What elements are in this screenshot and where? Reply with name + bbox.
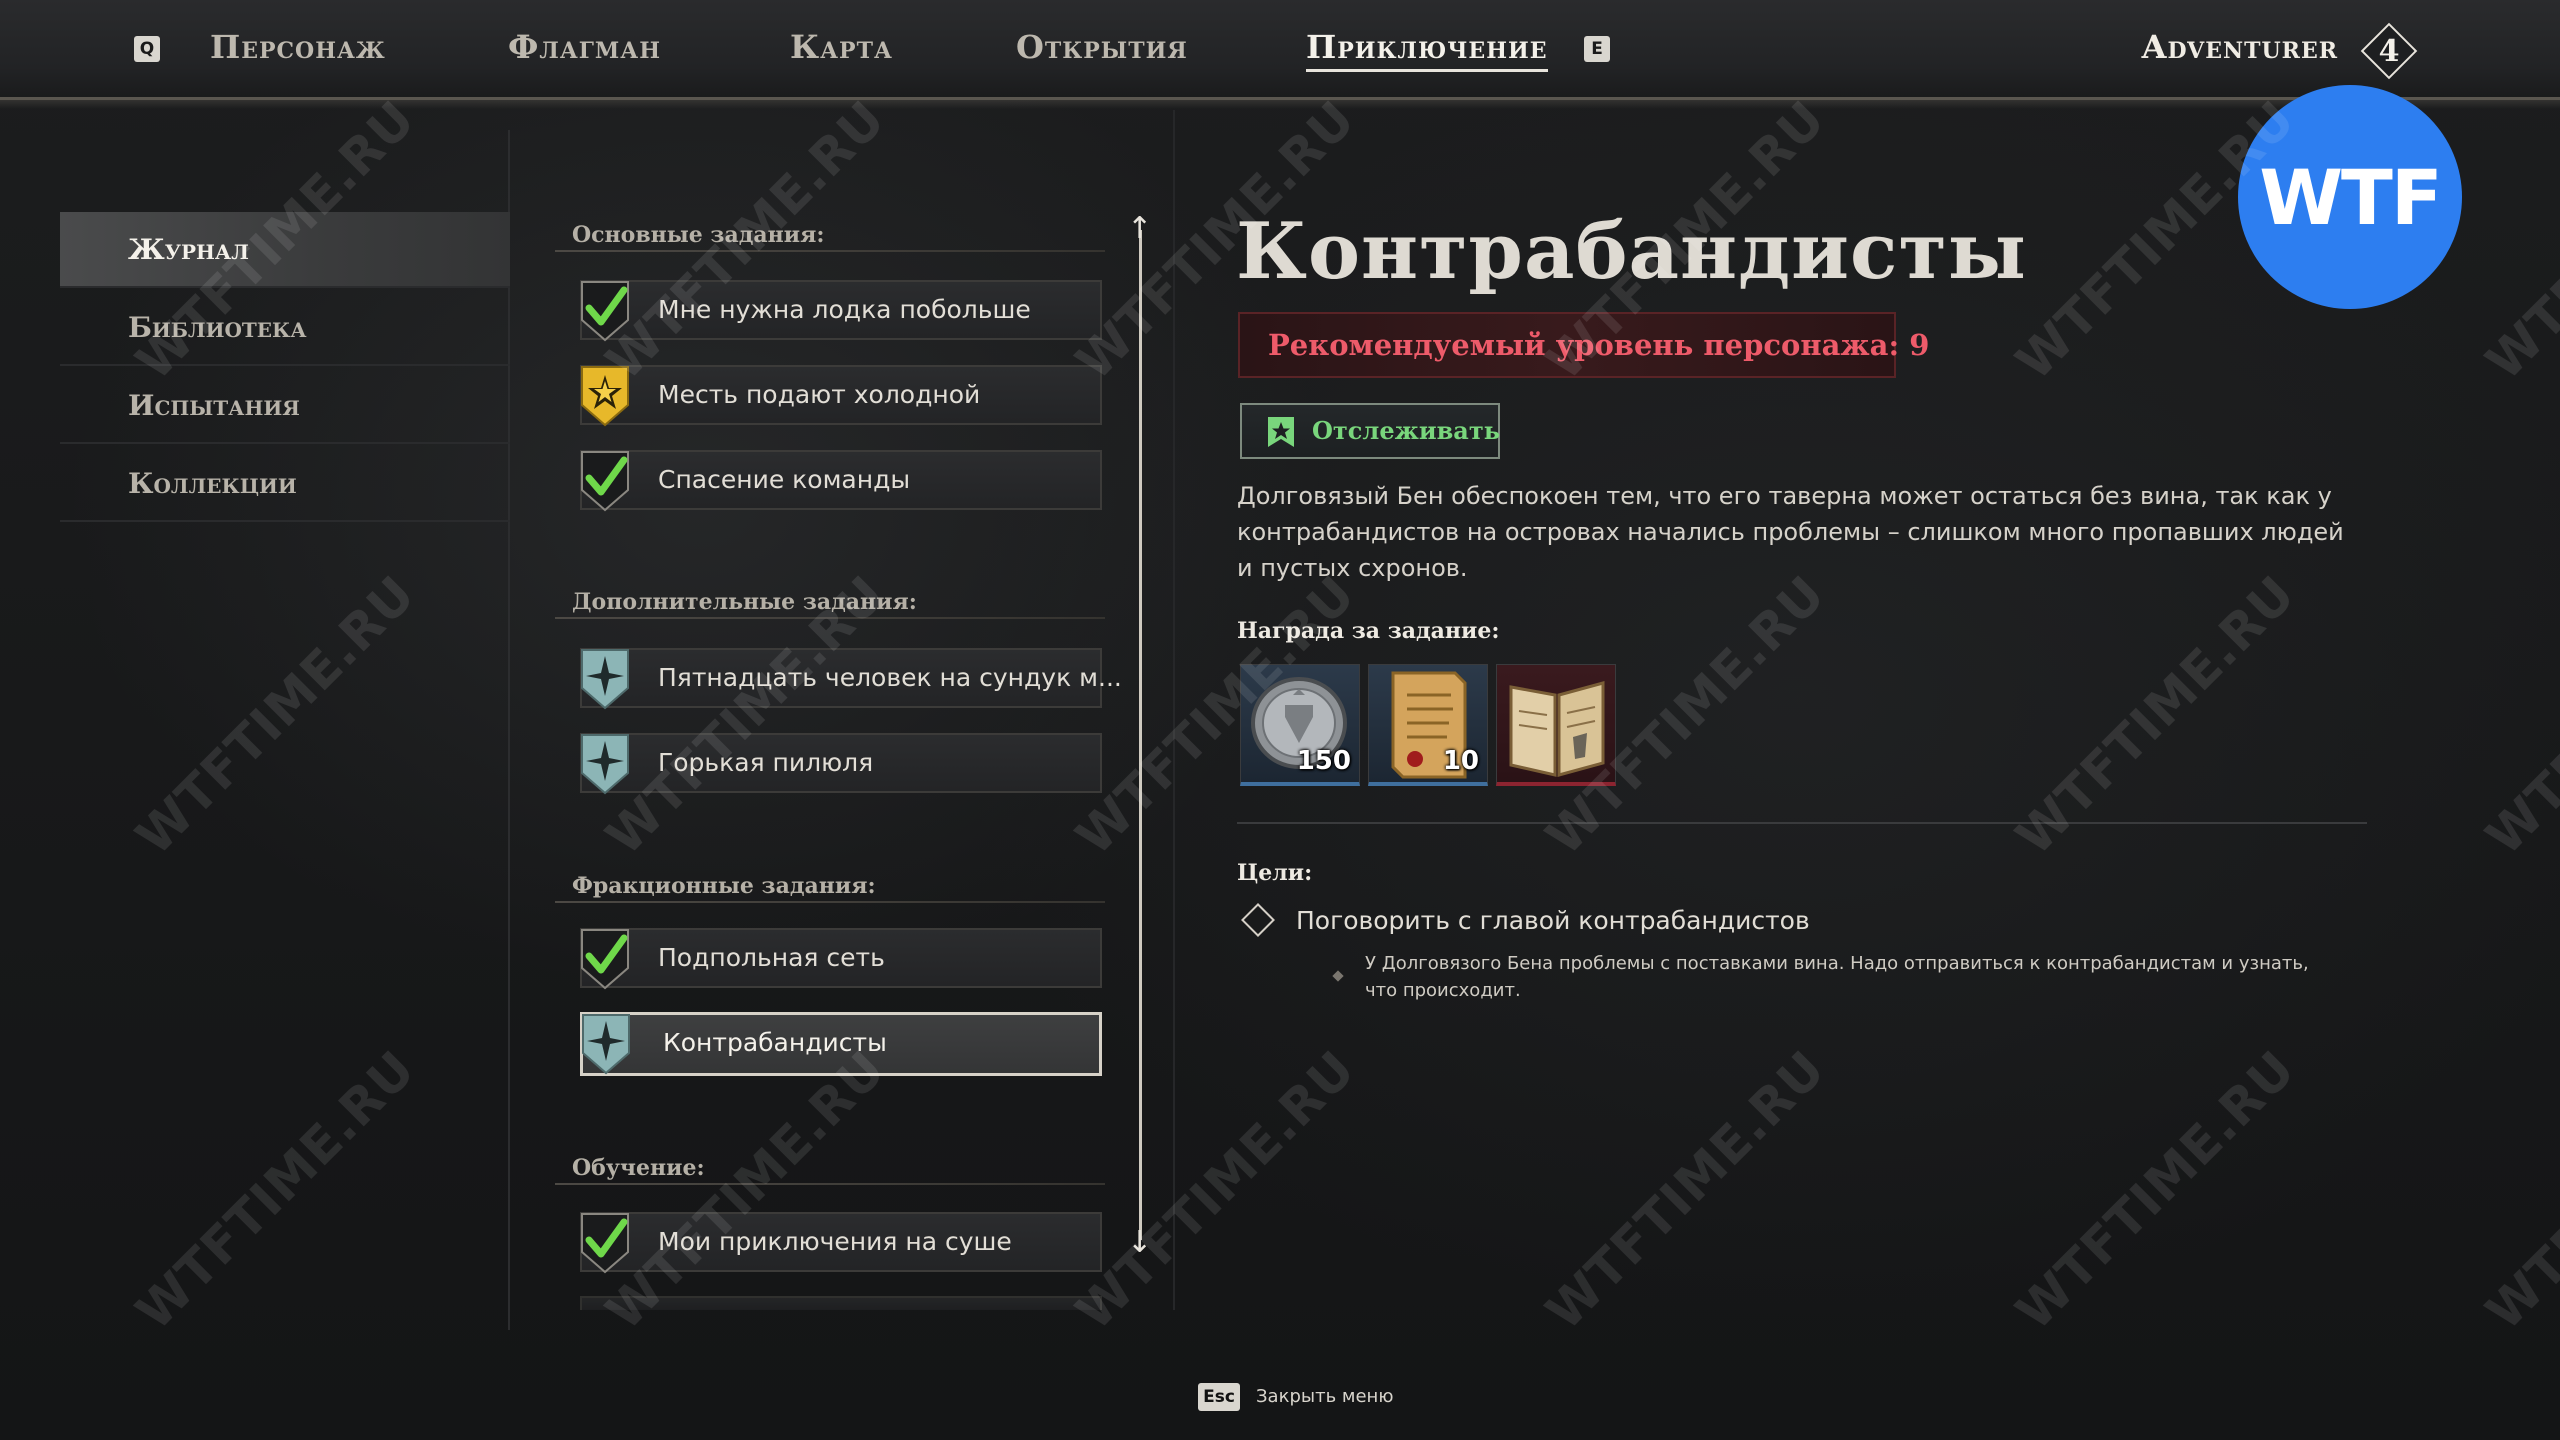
gold-star-icon	[581, 366, 629, 427]
scroll-up-arrow-icon[interactable]: ↑	[1127, 214, 1152, 244]
compass-star-icon	[581, 649, 629, 710]
site-logo-badge: WTF	[2238, 85, 2462, 309]
quest-label: Горькая пилюля	[658, 748, 874, 777]
reward-slot[interactable]: 10	[1368, 664, 1488, 786]
quest-label: Месть подают холодной	[658, 380, 981, 409]
tab-map[interactable]: Карта	[790, 28, 893, 66]
top-navigation-bar: Q Персонаж Флагман Карта Открытия Приклю…	[0, 0, 2560, 109]
quest-item[interactable]: Мне нужна лодка побольше	[580, 280, 1102, 342]
reward-count: 150	[1296, 746, 1351, 776]
quest-item[interactable]: Месть подают холодной	[580, 365, 1102, 427]
player-level: 4	[2378, 33, 2400, 69]
quest-item[interactable]: Горькая пилюля	[580, 733, 1102, 795]
key-hint-q[interactable]: Q	[134, 36, 160, 62]
journal-sidebar: Журнал Библиотека Испытания Коллекции	[60, 130, 510, 1330]
player-level-badge: 4	[2358, 20, 2420, 82]
section-divider	[555, 617, 1105, 619]
reward-count: 10	[1442, 746, 1479, 776]
section-divider	[555, 250, 1105, 252]
quest-item[interactable]: Мои приключения на суше	[580, 1212, 1102, 1274]
quest-label: Подпольная сеть	[658, 943, 885, 972]
close-menu-label[interactable]: Закрыть меню	[1256, 1386, 1393, 1407]
quest-item-selected[interactable]: Контрабандисты	[580, 1012, 1102, 1076]
reward-slot[interactable]: 150	[1240, 664, 1360, 786]
column-divider	[1173, 110, 1175, 1310]
sidebar-item-trials[interactable]: Испытания	[60, 368, 510, 444]
scroll-down-arrow-icon[interactable]: ↓	[1127, 1228, 1152, 1258]
compass-star-icon	[582, 1014, 630, 1075]
section-divider	[555, 1183, 1105, 1185]
scrollbar[interactable]	[1139, 230, 1142, 1240]
section-title-tutorial: Обучение:	[572, 1155, 705, 1181]
quest-item[interactable]: Пятнадцать человек на сундук м...	[580, 648, 1122, 710]
key-hint-e[interactable]: E	[1584, 36, 1610, 62]
section-title-side: Дополнительные задания:	[572, 589, 917, 615]
recommended-level-banner: Рекомендуемый уровень персонажа: 9	[1238, 312, 1929, 378]
track-label: Отслеживать	[1312, 416, 1501, 445]
quest-item-partial[interactable]	[580, 1296, 1102, 1310]
player-name: Adventurer	[2141, 28, 2338, 66]
track-quest-button[interactable]: Отслеживать	[1240, 403, 1500, 459]
track-star-icon	[1268, 417, 1294, 447]
sidebar-item-library[interactable]: Библиотека	[60, 290, 510, 366]
sidebar-item-collections[interactable]: Коллекции	[60, 446, 510, 522]
quest-label: Мне нужна лодка побольше	[658, 295, 1031, 324]
section-title-faction: Фракционные задания:	[572, 873, 876, 899]
quest-label: Контрабандисты	[663, 1028, 887, 1057]
check-icon	[581, 281, 629, 342]
detail-divider	[1237, 822, 2367, 824]
check-icon	[581, 929, 629, 990]
quest-label: Спасение команды	[658, 465, 911, 494]
quest-item[interactable]: Спасение команды	[580, 450, 1102, 512]
check-icon	[581, 451, 629, 512]
section-divider	[555, 901, 1105, 903]
goals-title: Цели:	[1237, 860, 1313, 886]
section-title-main: Основные задания:	[572, 222, 825, 248]
objective-detail: У Долговязого Бена проблемы с поставками…	[1365, 953, 2309, 1001]
open-book-icon	[1509, 681, 1605, 777]
reward-slot[interactable]	[1496, 664, 1616, 786]
esc-key-hint[interactable]: Esc	[1198, 1383, 1240, 1411]
check-icon	[581, 1213, 629, 1274]
tab-adventure[interactable]: Приключение	[1306, 28, 1548, 72]
quest-title: Контрабандисты	[1236, 206, 2027, 297]
quest-description: Долговязый Бен обеспокоен тем, что его т…	[1237, 482, 2344, 582]
quest-item[interactable]: Подпольная сеть	[580, 928, 1102, 990]
tab-character[interactable]: Персонаж	[210, 28, 386, 66]
tab-discoveries[interactable]: Открытия	[1016, 28, 1188, 66]
compass-star-icon	[581, 734, 629, 795]
objective-text: Поговорить с главой контрабандистов	[1296, 906, 1810, 935]
quest-label: Пятнадцать человек на сундук м...	[658, 663, 1122, 692]
quest-label: Мои приключения на суше	[658, 1227, 1012, 1256]
tab-flagship[interactable]: Флагман	[508, 28, 661, 66]
reward-title: Награда за задание:	[1237, 618, 1500, 644]
sidebar-item-journal[interactable]: Журнал	[60, 212, 510, 288]
